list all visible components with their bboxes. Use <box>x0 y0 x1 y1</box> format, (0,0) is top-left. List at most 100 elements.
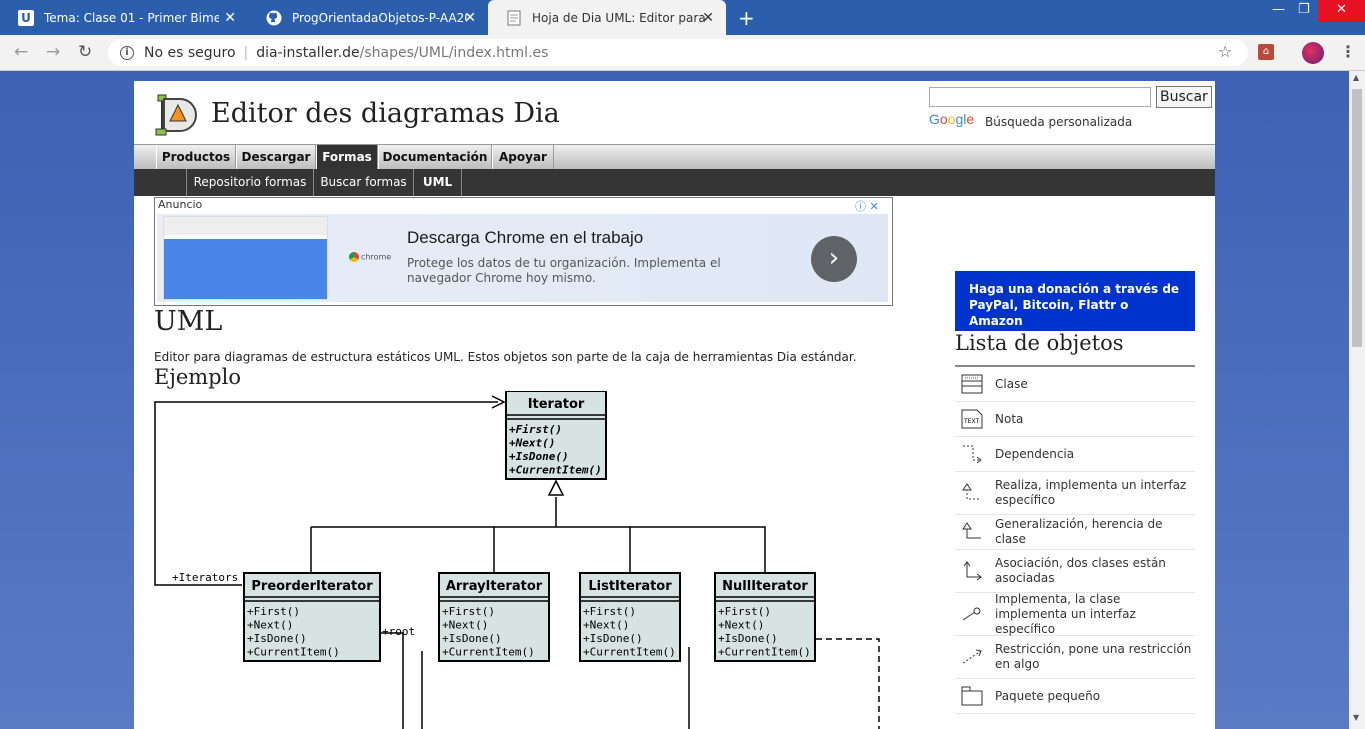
pdf-extension-icon[interactable]: ⌂ <box>1258 44 1274 60</box>
uml-class-name: ListIterator <box>588 579 672 594</box>
restore-icon[interactable]: ❐ <box>1298 2 1310 17</box>
github-icon <box>266 10 282 26</box>
iterators-label: +Iterators <box>172 571 238 584</box>
profile-avatar[interactable] <box>1302 42 1324 64</box>
svg-text:TEXT: TEXT <box>963 418 979 425</box>
uml-operation: +CurrentItem() <box>583 646 676 659</box>
uml-operation: +IsDone() <box>583 632 643 645</box>
list-item[interactable]: TEXT Nota <box>955 402 1195 437</box>
close-icon[interactable]: ✕ <box>702 10 714 26</box>
nav-productos[interactable]: Productos <box>156 145 236 170</box>
uml-operation: +IsDone() <box>718 632 778 645</box>
tab-github[interactable]: ProgOrientadaObjetos-P-AA2020 ✕ <box>248 0 488 35</box>
search-button[interactable]: Buscar <box>1156 86 1212 108</box>
page-description: Editor para diagramas de estructura está… <box>154 350 857 364</box>
ad-screenshot <box>163 216 328 300</box>
subnav-buscar[interactable]: Buscar formas <box>314 169 414 196</box>
tab-title: Hoja de Dia UML: Editor para diag <box>532 10 707 25</box>
ad-close-icon[interactable]: ⓘ ✕ <box>855 198 879 214</box>
info-icon[interactable]: i <box>120 45 134 60</box>
search-input[interactable] <box>929 87 1151 107</box>
bookmark-star-icon[interactable]: ☆ <box>1218 42 1232 61</box>
association-icon <box>963 561 982 581</box>
close-icon[interactable]: ✕ <box>224 10 236 26</box>
uml-class-arrayiterator: ArrayIterator +First()+Next()+IsDone()+Cu… <box>438 572 550 662</box>
list-item[interactable]: Implementa, la clase implementa un inter… <box>955 592 1195 636</box>
association-line <box>154 401 498 586</box>
chrome-icon <box>349 252 359 262</box>
subnav-uml[interactable]: UML <box>414 169 462 196</box>
uml-operation: +CurrentItem() <box>718 646 811 659</box>
uml-operation: +CurrentItem() <box>509 464 602 477</box>
close-icon[interactable]: ✕ <box>464 10 476 26</box>
list-item[interactable]: Generalización, herencia de clase <box>955 515 1195 550</box>
list-item[interactable]: Paquete pequeño <box>955 679 1195 714</box>
page-scrollbar[interactable]: ▲ ▼ <box>1349 71 1365 729</box>
new-tab-button[interactable]: + <box>738 6 755 30</box>
subnav-repositorio[interactable]: Repositorio formas <box>186 169 314 196</box>
list-item-label: Restricción, pone una restricción en alg… <box>995 642 1192 671</box>
object-list-heading: Lista de objetos <box>955 331 1195 367</box>
divider: | <box>243 44 249 61</box>
uml-class-preorderiterator: PreorderIterator +First()+Next()+IsDone()… <box>243 572 381 662</box>
dependency-line <box>816 638 880 729</box>
minimize-icon[interactable]: — <box>1272 2 1285 17</box>
scroll-up-icon[interactable]: ▲ <box>1353 73 1359 82</box>
list-item[interactable]: Clase <box>955 367 1195 402</box>
tab-title: Tema: Clase 01 - Primer Bimestre <box>44 10 219 25</box>
list-item-label: Generalización, herencia de clase <box>995 517 1163 546</box>
nav-documentacion[interactable]: Documentación <box>378 145 492 170</box>
tab-moodle[interactable]: U Tema: Clase 01 - Primer Bimestre ✕ <box>0 0 248 35</box>
uml-operation: +Next() <box>583 619 629 632</box>
nav-formas[interactable]: Formas <box>316 145 378 170</box>
main-nav: Productos Descargar Formas Documentación… <box>134 144 1215 170</box>
uml-operation: +First() <box>442 605 495 618</box>
sub-nav: Repositorio formas Buscar formas UML <box>134 169 1215 196</box>
uml-operation: +First() <box>247 605 300 618</box>
window-close-icon[interactable]: ✕ <box>1318 0 1365 22</box>
list-item-label: Nota <box>995 411 1024 426</box>
object-list: Clase TEXT Nota Dependencia Realiza, imp… <box>955 367 1195 714</box>
page-container: Editor des diagramas Dia Buscar Google B… <box>134 81 1215 729</box>
uml-class-listiterator: ListIterator +First()+Next()+IsDone()+Cur… <box>579 572 681 662</box>
uml-operation: +First() <box>718 605 771 618</box>
tab-dia-uml[interactable]: Hoja de Dia UML: Editor para diag ✕ <box>488 0 726 35</box>
chrome-logo: chrome <box>349 252 391 262</box>
nav-descargar[interactable]: Descargar <box>236 145 316 170</box>
ad-frame[interactable]: chrome Descarga Chrome en el trabajo Pro… <box>157 214 888 302</box>
list-item-label: Realiza, implementa un interfaz específi… <box>995 478 1187 507</box>
nav-apoyar[interactable]: Apoyar <box>492 145 554 170</box>
generalization-lines <box>311 526 766 573</box>
generalization-icon <box>962 522 981 539</box>
uml-operation: +CurrentItem() <box>442 646 535 659</box>
uml-operation: +First() <box>509 423 562 436</box>
ad-headline[interactable]: Descarga Chrome en el trabajo <box>407 228 643 248</box>
tab-title: ProgOrientadaObjetos-P-AA2020 <box>292 10 467 25</box>
browser-menu-icon[interactable]: ⋮ <box>1340 42 1356 61</box>
uml-class-name: Iterator <box>528 397 585 412</box>
realizes-icon <box>962 483 981 500</box>
uml-operation: +IsDone() <box>442 632 502 645</box>
ad-banner[interactable]: Anuncio chrome Descarga Chrome en el tra… <box>154 197 893 306</box>
dependency-icon <box>963 445 982 464</box>
site-title[interactable]: Editor des diagramas Dia <box>211 98 560 129</box>
list-item[interactable]: Dependencia <box>955 437 1195 472</box>
ad-arrow-button[interactable]: › <box>811 236 857 282</box>
address-bar[interactable]: i No es seguro | dia-installer.de/shapes… <box>108 39 1248 66</box>
uml-operation: +Next() <box>509 437 555 450</box>
inheritance-triangle-icon <box>547 479 565 496</box>
scroll-down-icon[interactable]: ▼ <box>1353 713 1359 722</box>
example-heading: Ejemplo <box>154 365 241 389</box>
donate-banner[interactable]: Haga una donación a través de PayPal, Bi… <box>955 271 1195 331</box>
search-label: Búsqueda personalizada <box>985 115 1133 129</box>
list-item[interactable]: Restricción, pone una restricción en alg… <box>955 636 1195 679</box>
list-item[interactable]: Realiza, implementa un interfaz específi… <box>955 472 1195 515</box>
back-icon[interactable]: ← <box>14 42 28 62</box>
reload-icon[interactable]: ↻ <box>78 42 92 62</box>
scrollbar-thumb[interactable] <box>1352 89 1362 347</box>
forward-icon[interactable]: → <box>46 42 60 62</box>
url-domain: dia-installer.de <box>256 44 360 61</box>
note-icon: TEXT <box>961 409 983 429</box>
list-item[interactable]: Asociación, dos clases están asociadas <box>955 550 1195 593</box>
page-icon <box>506 10 522 26</box>
